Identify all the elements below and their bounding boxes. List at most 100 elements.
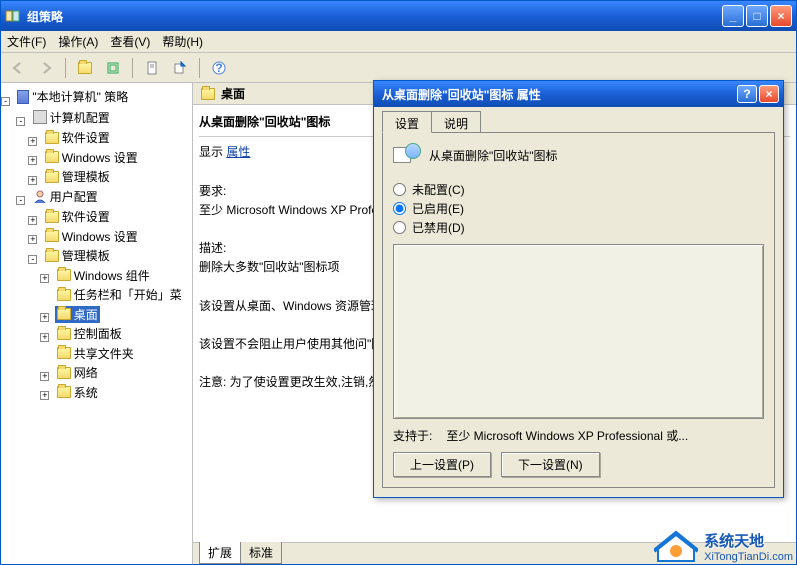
watermark-url: XiTongTianDi.com [704, 551, 793, 563]
toggle-icon[interactable]: + [28, 137, 37, 146]
caption-buttons: _ □ × [722, 5, 792, 27]
tree-network[interactable]: 网络 [55, 364, 100, 381]
folder-up-icon [78, 62, 92, 74]
export-button[interactable] [169, 57, 191, 79]
toggle-icon[interactable]: - [16, 117, 25, 126]
tree-root-label[interactable]: "本地计算机" 策略 [15, 88, 130, 105]
toggle-icon[interactable]: + [28, 216, 37, 225]
tab-setting[interactable]: 设置 [382, 111, 432, 133]
separator [132, 58, 133, 78]
tab-standard[interactable]: 标准 [240, 542, 282, 564]
toggle-icon[interactable]: + [40, 391, 49, 400]
properties-button[interactable] [141, 57, 163, 79]
watermark-logo-icon [654, 529, 698, 563]
toggle-icon[interactable]: + [40, 333, 49, 342]
tree-cc-windows[interactable]: Windows 设置 [43, 149, 140, 166]
options-panel [393, 244, 764, 419]
tree-taskbar[interactable]: 任务栏和「开始」菜 [55, 286, 184, 303]
policy-name: 从桌面删除"回收站"图标 [429, 147, 558, 164]
toggle-icon[interactable]: - [16, 196, 25, 205]
tree-user-config[interactable]: 用户配置 [31, 188, 100, 205]
folder-icon [57, 347, 71, 359]
radio-enabled-input[interactable] [393, 202, 406, 215]
properties-link[interactable]: 属性 [226, 145, 250, 159]
folder-icon [57, 328, 71, 340]
toggle-icon[interactable]: + [40, 274, 49, 283]
content-header-label: 桌面 [221, 85, 245, 102]
supported-text: 至少 Microsoft Windows XP Professional 或..… [446, 427, 688, 444]
user-icon [33, 189, 47, 203]
show-label: 显示 [199, 145, 223, 159]
radio-not-configured-input[interactable] [393, 183, 406, 196]
tab-extended[interactable]: 扩展 [199, 542, 241, 564]
supported-row: 支持于: 至少 Microsoft Windows XP Professiona… [393, 427, 764, 444]
forward-button [35, 57, 57, 79]
radio-not-configured[interactable]: 未配置(C) [393, 181, 764, 198]
policy-title-row: 从桌面删除"回收站"图标 [393, 143, 764, 167]
properties-dialog: 从桌面删除"回收站"图标 属性 ? × 设置 说明 从桌面删除"回收站"图标 未… [373, 80, 784, 498]
tree-root: - "本地计算机" 策略 - 计算机配置 + 软件设置 + [1, 87, 192, 402]
folder-icon [45, 230, 59, 242]
book-icon [17, 90, 29, 104]
supported-label: 支持于: [393, 427, 432, 444]
prev-setting-button[interactable]: 上一设置(P) [393, 452, 491, 477]
toggle-icon[interactable]: + [40, 313, 49, 322]
folder-icon [57, 289, 71, 301]
tree-windows-components[interactable]: Windows 组件 [55, 267, 152, 284]
computer-icon [33, 110, 47, 124]
radio-enabled[interactable]: 已启用(E) [393, 200, 764, 217]
toolbar: ? [1, 53, 796, 83]
folder-icon [45, 250, 59, 262]
minimize-button[interactable]: _ [722, 5, 744, 27]
maximize-button[interactable]: □ [746, 5, 768, 27]
dialog-close-button[interactable]: × [759, 85, 779, 103]
folder-icon [57, 386, 71, 398]
tree-uc-admin[interactable]: 管理模板 [43, 247, 112, 264]
policy-icon [393, 143, 421, 167]
separator [65, 58, 66, 78]
radio-disabled-input[interactable] [393, 221, 406, 234]
tree-system[interactable]: 系统 [55, 384, 100, 401]
radio-disabled[interactable]: 已禁用(D) [393, 219, 764, 236]
menu-action[interactable]: 操作(A) [58, 33, 98, 50]
tree-desktop[interactable]: 桌面 [55, 306, 100, 323]
watermark-cn: 系统天地 [704, 530, 793, 551]
tab-explain[interactable]: 说明 [431, 111, 481, 133]
dialog-tabpanel: 从桌面删除"回收站"图标 未配置(C) 已启用(E) 已禁用(D) 支持于: 至… [382, 132, 775, 488]
toggle-icon[interactable]: + [28, 176, 37, 185]
menubar: 文件(F) 操作(A) 查看(V) 帮助(H) [1, 31, 796, 53]
tree-computer-config[interactable]: 计算机配置 [31, 109, 112, 126]
window-title: 组策略 [27, 8, 722, 25]
toggle-icon[interactable]: - [28, 255, 37, 264]
radio-group: 未配置(C) 已启用(E) 已禁用(D) [393, 179, 764, 238]
toggle-icon[interactable]: + [28, 235, 37, 244]
help-button[interactable]: ? [208, 57, 230, 79]
tree-uc-software[interactable]: 软件设置 [43, 208, 112, 225]
menu-file[interactable]: 文件(F) [7, 33, 46, 50]
tree-shared-folders[interactable]: 共享文件夹 [55, 345, 136, 362]
folder-icon [45, 171, 59, 183]
dialog-help-button[interactable]: ? [737, 85, 757, 103]
toggle-icon[interactable]: + [28, 156, 37, 165]
toolbar-btn-2[interactable] [102, 57, 124, 79]
folder-icon [57, 308, 71, 320]
tree-uc-windows[interactable]: Windows 设置 [43, 228, 140, 245]
nav-buttons: 上一设置(P) 下一设置(N) [393, 452, 764, 477]
back-button [7, 57, 29, 79]
up-button[interactable] [74, 57, 96, 79]
app-icon [5, 8, 21, 24]
watermark: 系统天地 XiTongTianDi.com [654, 529, 793, 563]
menu-help[interactable]: 帮助(H) [162, 33, 203, 50]
toggle-icon[interactable]: + [40, 372, 49, 381]
titlebar: 组策略 _ □ × [1, 1, 796, 31]
folder-icon [45, 132, 59, 144]
toggle-icon[interactable]: - [1, 97, 10, 106]
next-setting-button[interactable]: 下一设置(N) [501, 452, 600, 477]
tree-cc-admin[interactable]: 管理模板 [43, 168, 112, 185]
tree-cc-software[interactable]: 软件设置 [43, 129, 112, 146]
tree-control-panel[interactable]: 控制面板 [55, 325, 124, 342]
dialog-title: 从桌面删除"回收站"图标 属性 [378, 86, 737, 103]
close-button[interactable]: × [770, 5, 792, 27]
separator [199, 58, 200, 78]
menu-view[interactable]: 查看(V) [110, 33, 150, 50]
